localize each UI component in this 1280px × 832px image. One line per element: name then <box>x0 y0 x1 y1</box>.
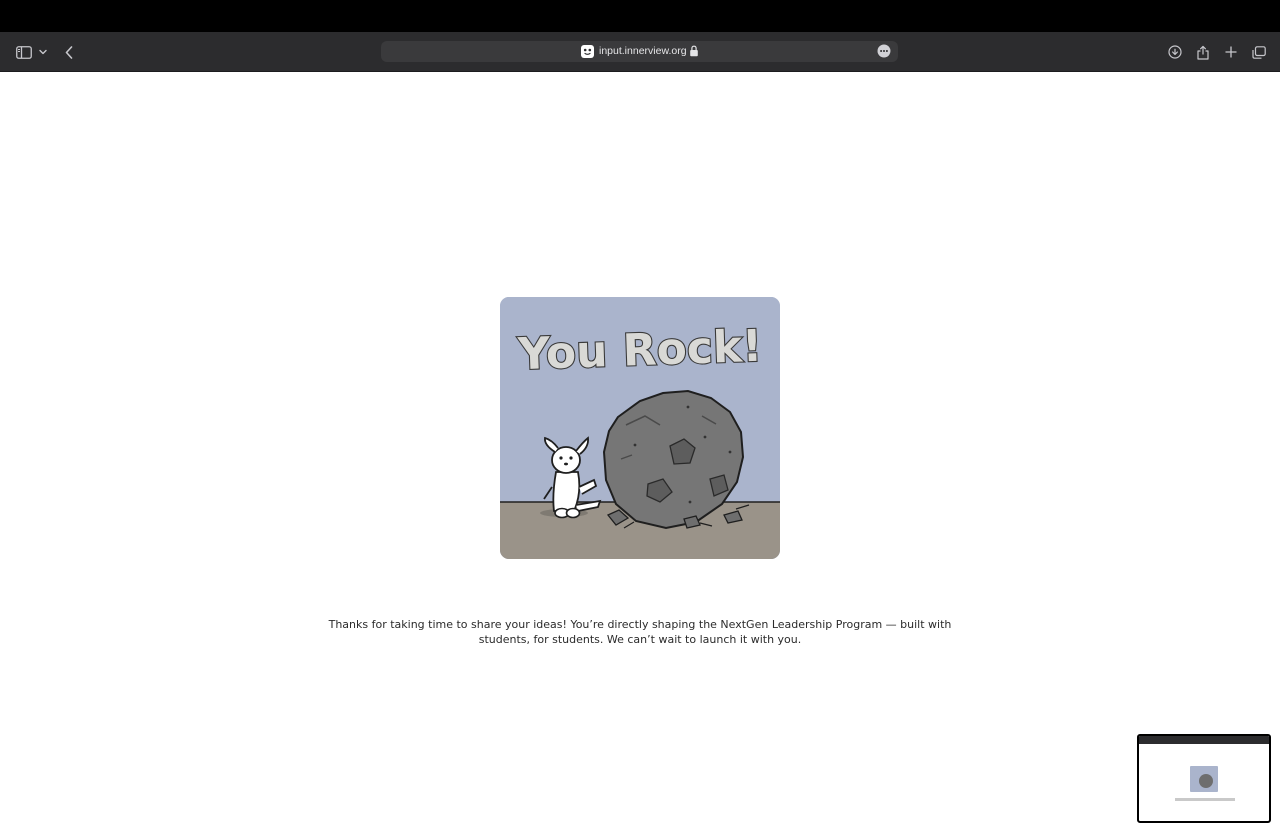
thumbnail-rock <box>1199 774 1213 788</box>
thank-you-message: Thanks for taking time to share your ide… <box>328 618 952 646</box>
thumbnail-text <box>1175 798 1235 801</box>
share-icon <box>1197 45 1209 60</box>
thumbnail-toolbar <box>1139 736 1269 744</box>
back-button[interactable] <box>62 42 76 62</box>
tab-overview-button[interactable] <box>1251 42 1267 62</box>
sidebar-menu-button[interactable] <box>38 42 48 62</box>
you-rock-image: You Rock! <box>500 297 780 559</box>
sidebar-icon <box>16 45 32 59</box>
screenshot-thumbnail[interactable] <box>1137 734 1271 823</box>
back-icon <box>65 45 73 59</box>
share-button[interactable] <box>1195 42 1211 62</box>
tab-overview-icon <box>1252 45 1266 59</box>
new-tab-icon <box>1225 46 1237 58</box>
page-content: You Rock! Thanks for taking time to shar… <box>0 72 1280 832</box>
you-rock-title: You Rock! <box>516 321 763 381</box>
chevron-down-icon <box>39 49 47 55</box>
downloads-button[interactable] <box>1167 42 1183 62</box>
thumbnail-image <box>1190 766 1218 792</box>
download-icon <box>1168 45 1182 59</box>
lock-icon <box>690 45 698 57</box>
site-favicon <box>581 45 594 58</box>
more-icon[interactable] <box>877 44 891 58</box>
address-url[interactable]: input.innerview.org <box>599 45 687 58</box>
new-tab-button[interactable] <box>1223 42 1239 62</box>
sidebar-toggle-button[interactable] <box>15 42 33 62</box>
you-rock-illustration: You Rock! <box>500 297 780 559</box>
menubar-strip <box>0 0 1280 32</box>
